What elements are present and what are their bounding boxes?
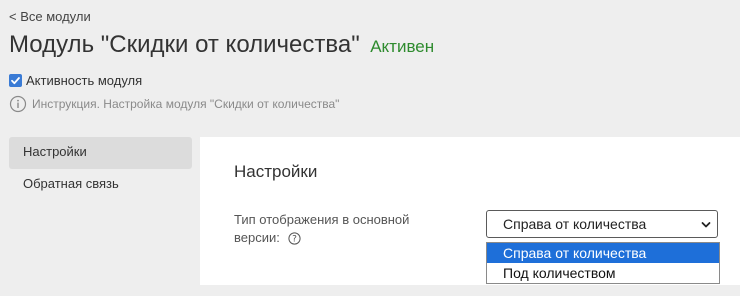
option-right-of-quantity[interactable]: Справа от количества — [487, 243, 719, 263]
option-below-quantity[interactable]: Под количеством — [487, 263, 719, 283]
instruction-text: Инструкция. Настройка модуля "Скидки от … — [32, 97, 340, 111]
display-type-select[interactable]: Справа от количества — [486, 210, 718, 238]
display-type-label-text: Тип отображения в основной версии: — [234, 212, 410, 245]
info-circle-icon — [9, 95, 27, 113]
svg-text:?: ? — [292, 235, 297, 245]
checkmark-icon — [11, 77, 20, 85]
sidebar-item-feedback[interactable]: Обратная связь — [9, 169, 192, 201]
display-type-label: Тип отображения в основной версии:? — [234, 211, 434, 247]
settings-title: Настройки — [234, 162, 318, 181]
display-type-options: Справа от количества Под количеством — [486, 242, 720, 284]
page-header: Модуль "Скидки от количества" Активен — [9, 31, 434, 59]
activity-label: Активность модуля — [26, 73, 143, 88]
page-title: Модуль "Скидки от количества" — [9, 31, 360, 58]
status-badge: Активен — [370, 37, 435, 56]
chevron-down-icon — [700, 219, 712, 231]
sidebar-nav: Настройки Обратная связь — [9, 137, 192, 201]
activity-checkbox[interactable] — [9, 74, 22, 87]
question-circle-icon[interactable]: ? — [288, 232, 301, 245]
back-to-modules-link[interactable]: < Все модули — [9, 9, 91, 24]
module-activity-toggle[interactable]: Активность модуля — [9, 73, 142, 88]
select-value: Справа от количества — [503, 216, 647, 232]
instruction-link[interactable]: Инструкция. Настройка модуля "Скидки от … — [9, 95, 339, 113]
sidebar-item-settings[interactable]: Настройки — [9, 137, 192, 169]
